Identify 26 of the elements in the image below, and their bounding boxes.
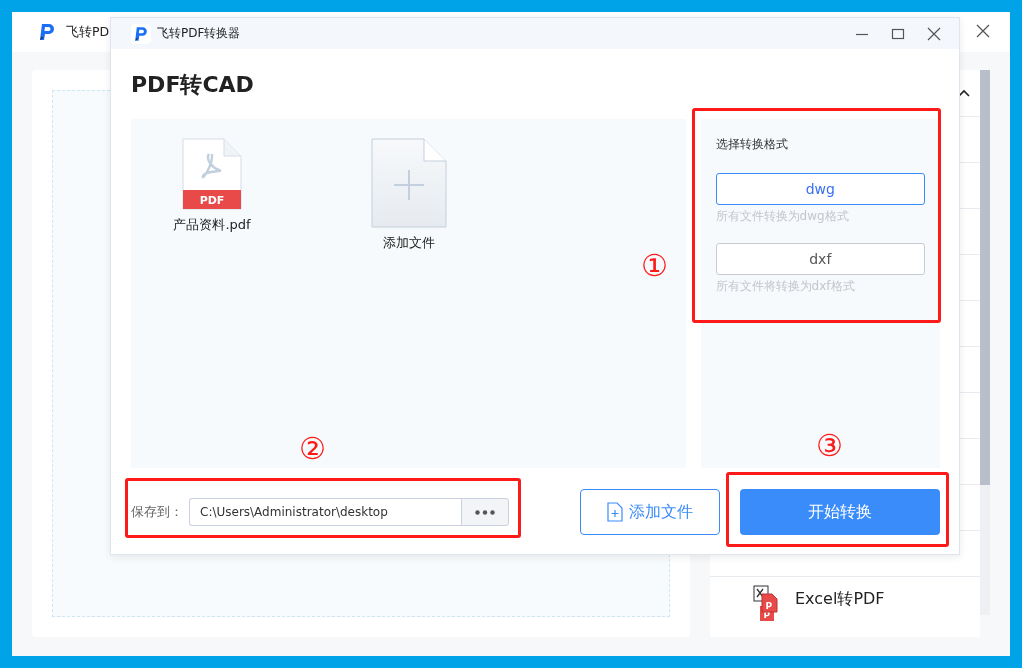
more-icon bbox=[475, 509, 495, 515]
chevron-up-icon[interactable] bbox=[958, 89, 970, 97]
logo-icon bbox=[131, 23, 151, 44]
save-path-field[interactable]: C:\Users\Administrator\desktop bbox=[189, 498, 461, 526]
annotation-number: ③ bbox=[816, 428, 843, 464]
annotation-number: ① bbox=[641, 248, 668, 284]
save-label: 保存到： bbox=[131, 503, 183, 521]
close-icon[interactable] bbox=[927, 26, 941, 41]
add-file-icon bbox=[607, 502, 623, 522]
add-file-label: 添加文件 bbox=[383, 234, 435, 252]
scrollbar-thumb[interactable] bbox=[980, 70, 990, 485]
pdf-file-icon[interactable]: PDF bbox=[182, 138, 242, 210]
start-convert-button[interactable]: 开始转换 bbox=[740, 489, 940, 535]
page-heading: PDF转CAD bbox=[131, 71, 255, 99]
close-icon[interactable] bbox=[976, 24, 990, 38]
window-title: 飞转PDF转换器 bbox=[157, 25, 241, 42]
sidebar-item[interactable]: Excel转PDF bbox=[795, 588, 885, 610]
window-title: 飞转PD bbox=[66, 23, 110, 41]
browse-button[interactable] bbox=[461, 498, 509, 526]
maximize-icon[interactable] bbox=[891, 26, 905, 41]
format-option[interactable]: dwg bbox=[715, 173, 925, 205]
file-name: 产品资料.pdf bbox=[173, 216, 251, 234]
format-option[interactable]: dxf bbox=[715, 243, 925, 275]
format-label: 选择转换格式 bbox=[715, 136, 789, 153]
annotation-number: ② bbox=[299, 431, 326, 467]
add-file-button[interactable]: 添加文件 bbox=[580, 489, 720, 535]
